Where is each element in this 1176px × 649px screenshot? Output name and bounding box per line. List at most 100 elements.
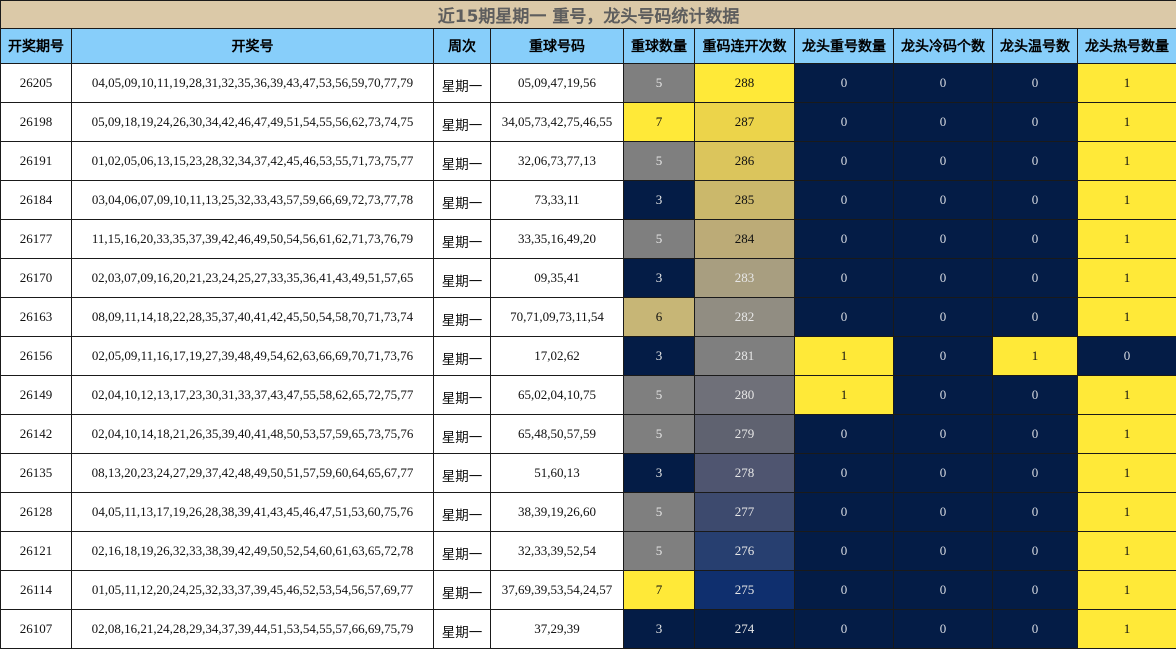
period-cell: 26191 [1,142,72,181]
table-row: 2615602,05,09,11,16,17,19,27,39,48,49,54… [1,337,1176,376]
weekday-cell: 星期一 [434,571,491,610]
table-row: 2618403,04,06,07,09,10,11,13,25,32,33,43… [1,181,1176,220]
head-warm-cell: 0 [993,142,1078,181]
head-repeat-cell: 0 [795,298,894,337]
streak-cell: 288 [695,64,795,103]
weekday-cell: 星期一 [434,493,491,532]
header-period: 开奖期号 [1,29,72,64]
period-cell: 26198 [1,103,72,142]
streak-cell: 276 [695,532,795,571]
repeat-count-cell: 3 [624,454,695,493]
head-cold-cell: 0 [894,298,993,337]
repeat-numbers-cell: 65,02,04,10,75 [491,376,624,415]
period-cell: 26128 [1,493,72,532]
repeat-count-cell: 7 [624,103,695,142]
period-cell: 26156 [1,337,72,376]
numbers-cell: 02,08,16,21,24,28,29,34,37,39,44,51,53,5… [72,610,434,649]
period-cell: 26142 [1,415,72,454]
head-hot-cell: 1 [1078,415,1176,454]
period-cell: 26184 [1,181,72,220]
streak-cell: 282 [695,298,795,337]
head-hot-cell: 1 [1078,181,1176,220]
weekday-cell: 星期一 [434,142,491,181]
head-repeat-cell: 0 [795,220,894,259]
repeat-numbers-cell: 09,35,41 [491,259,624,298]
head-repeat-cell: 0 [795,493,894,532]
repeat-count-cell: 3 [624,610,695,649]
repeat-numbers-cell: 32,33,39,52,54 [491,532,624,571]
title-row: 近15期星期一 重号，龙头号码统计数据 [1,1,1176,29]
streak-cell: 287 [695,103,795,142]
head-hot-cell: 1 [1078,220,1176,259]
header-head-warm: 龙头温号数 [993,29,1078,64]
head-warm-cell: 0 [993,103,1078,142]
streak-cell: 286 [695,142,795,181]
repeat-numbers-cell: 37,29,39 [491,610,624,649]
head-repeat-cell: 0 [795,571,894,610]
head-hot-cell: 1 [1078,64,1176,103]
head-warm-cell: 0 [993,376,1078,415]
head-cold-cell: 0 [894,532,993,571]
head-warm-cell: 0 [993,571,1078,610]
table-row: 2612102,16,18,19,26,32,33,38,39,42,49,50… [1,532,1176,571]
head-warm-cell: 0 [993,415,1078,454]
repeat-count-cell: 5 [624,415,695,454]
header-head-hot: 龙头热号数量 [1078,29,1176,64]
table-row: 2614902,04,10,12,13,17,23,30,31,33,37,43… [1,376,1176,415]
numbers-cell: 11,15,16,20,33,35,37,39,42,46,49,50,54,5… [72,220,434,259]
table-row: 2619101,02,05,06,13,15,23,28,32,34,37,42… [1,142,1176,181]
head-cold-cell: 0 [894,64,993,103]
head-warm-cell: 0 [993,64,1078,103]
weekday-cell: 星期一 [434,337,491,376]
head-warm-cell: 1 [993,337,1078,376]
numbers-cell: 05,09,18,19,24,26,30,34,42,46,47,49,51,5… [72,103,434,142]
head-cold-cell: 0 [894,103,993,142]
period-cell: 26135 [1,454,72,493]
repeat-count-cell: 5 [624,493,695,532]
head-hot-cell: 1 [1078,610,1176,649]
weekday-cell: 星期一 [434,103,491,142]
header-streak: 重码连开次数 [695,29,795,64]
weekday-cell: 星期一 [434,64,491,103]
repeat-numbers-cell: 33,35,16,49,20 [491,220,624,259]
numbers-cell: 04,05,09,10,11,19,28,31,32,35,36,39,43,4… [72,64,434,103]
table-row: 2616308,09,11,14,18,22,28,35,37,40,41,42… [1,298,1176,337]
header-repeat-count: 重球数量 [624,29,695,64]
numbers-cell: 01,02,05,06,13,15,23,28,32,34,37,42,45,4… [72,142,434,181]
period-cell: 26170 [1,259,72,298]
head-cold-cell: 0 [894,376,993,415]
streak-cell: 279 [695,415,795,454]
head-repeat-cell: 0 [795,259,894,298]
header-weekday: 周次 [434,29,491,64]
period-cell: 26121 [1,532,72,571]
streak-cell: 275 [695,571,795,610]
stats-table: 近15期星期一 重号，龙头号码统计数据 开奖期号 开奖号 周次 重球号码 重球数… [0,0,1176,649]
repeat-count-cell: 3 [624,337,695,376]
repeat-numbers-cell: 65,48,50,57,59 [491,415,624,454]
head-hot-cell: 1 [1078,298,1176,337]
period-cell: 26107 [1,610,72,649]
numbers-cell: 02,05,09,11,16,17,19,27,39,48,49,54,62,6… [72,337,434,376]
repeat-count-cell: 5 [624,64,695,103]
repeat-numbers-cell: 34,05,73,42,75,46,55 [491,103,624,142]
streak-cell: 278 [695,454,795,493]
head-hot-cell: 1 [1078,103,1176,142]
repeat-numbers-cell: 17,02,62 [491,337,624,376]
numbers-cell: 08,09,11,14,18,22,28,35,37,40,41,42,45,5… [72,298,434,337]
head-cold-cell: 0 [894,610,993,649]
repeat-count-cell: 5 [624,220,695,259]
streak-cell: 274 [695,610,795,649]
head-repeat-cell: 0 [795,454,894,493]
streak-cell: 281 [695,337,795,376]
header-row: 开奖期号 开奖号 周次 重球号码 重球数量 重码连开次数 龙头重号数量 龙头冷码… [1,29,1176,64]
repeat-count-cell: 6 [624,298,695,337]
weekday-cell: 星期一 [434,220,491,259]
numbers-cell: 02,16,18,19,26,32,33,38,39,42,49,50,52,5… [72,532,434,571]
head-repeat-cell: 0 [795,610,894,649]
table-row: 2611401,05,11,12,20,24,25,32,33,37,39,45… [1,571,1176,610]
head-warm-cell: 0 [993,493,1078,532]
head-hot-cell: 0 [1078,337,1176,376]
table-row: 2617002,03,07,09,16,20,21,23,24,25,27,33… [1,259,1176,298]
weekday-cell: 星期一 [434,181,491,220]
head-warm-cell: 0 [993,532,1078,571]
